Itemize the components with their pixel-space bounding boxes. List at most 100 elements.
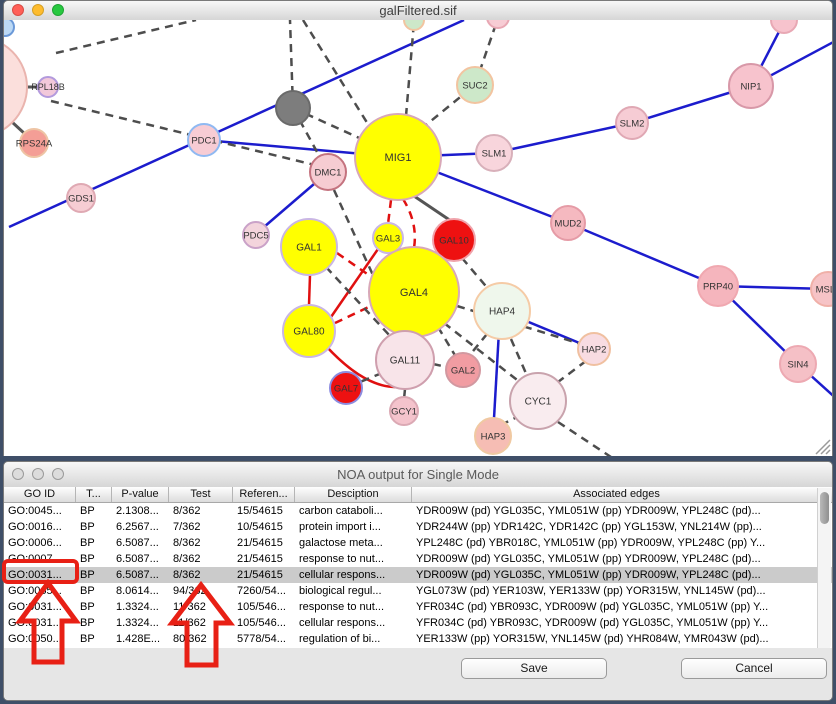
cell-r2-c0: GO:0006... <box>4 535 76 551</box>
node-unnamed-gray-node[interactable] <box>276 91 310 125</box>
scrollbar-thumb[interactable] <box>820 492 829 524</box>
graph-edge-dash <box>303 20 371 129</box>
node-label-HAP2: HAP2 <box>582 344 607 355</box>
cell-r6-c6: YFR034C (pd) YBR093C, YDR009W (pd) YGL03… <box>412 599 821 615</box>
node-label-GDS1: GDS1 <box>68 193 94 204</box>
cell-r8-c6: YER133W (pp) YOR315W, YNL145W (pd) YHR08… <box>412 631 821 647</box>
cell-r8-c5: regulation of bi... <box>295 631 412 647</box>
node-label-RPS24A: RPS24A <box>16 138 53 149</box>
cell-r1-c2: 6.2567... <box>112 519 169 535</box>
table-row-0[interactable]: GO:0045...BP2.1308...8/36215/54615carbon… <box>4 503 832 519</box>
node-label-MSL1: MSL1 <box>816 284 832 295</box>
vertical-scrollbar[interactable] <box>817 488 831 649</box>
node-label-HAP4: HAP4 <box>489 307 516 318</box>
noa-window-titlebar[interactable]: NOA output for Single Mode <box>4 462 832 488</box>
cell-r2-c1: BP <box>76 535 112 551</box>
cell-r3-c0: GO:0007... <box>4 551 76 567</box>
column-header-go-id[interactable]: GO ID <box>4 487 76 502</box>
node-partial-top-green-node[interactable] <box>404 20 424 30</box>
column-header-p-value[interactable]: P-value <box>112 487 169 502</box>
cell-r8-c1: BP <box>76 631 112 647</box>
table-body: GO:0045...BP2.1308...8/36215/54615carbon… <box>4 503 832 647</box>
network-window-titlebar[interactable]: galFiltered.sif <box>4 1 832 21</box>
cancel-button[interactable]: Cancel <box>681 658 827 679</box>
node-label-GAL7: GAL7 <box>334 383 358 394</box>
cell-r1-c6: YDR244W (pp) YDR142C, YDR142C (pp) YGL15… <box>412 519 821 535</box>
cell-r3-c3: 8/362 <box>169 551 233 567</box>
column-header-test[interactable]: Test <box>169 487 233 502</box>
node-label-SLM2: SLM2 <box>620 118 645 129</box>
node-label-CYC1: CYC1 <box>525 397 552 408</box>
graph-edge-reddash <box>403 199 415 248</box>
cell-r8-c0: GO:0050... <box>4 631 76 647</box>
node-partial-top-pink-node[interactable] <box>487 20 509 28</box>
node-label-GAL80: GAL80 <box>293 327 325 338</box>
graph-edge-dash <box>438 327 456 357</box>
cell-r7-c6: YFR034C (pd) YBR093C, YDR009W (pd) YGL03… <box>412 615 821 631</box>
button-bar: Save Cancel <box>4 648 832 700</box>
node-label-GAL11: GAL11 <box>390 356 421 367</box>
cell-r4-c1: BP <box>76 567 112 583</box>
column-header-t-[interactable]: T... <box>76 487 112 502</box>
graph-edge-dash <box>433 364 447 367</box>
cell-r6-c5: response to nut... <box>295 599 412 615</box>
column-header-desciption[interactable]: Desciption <box>295 487 412 502</box>
cell-r6-c0: GO:0031... <box>4 599 76 615</box>
table-row-3[interactable]: GO:0007...BP6.5087...8/36221/54615respon… <box>4 551 832 567</box>
table-row-7[interactable]: GO:0031...BP1.3324...11/362105/546...cel… <box>4 615 832 631</box>
cell-r7-c0: GO:0031... <box>4 615 76 631</box>
cell-r4-c4: 21/54615 <box>233 567 295 583</box>
cell-r4-c2: 6.5087... <box>112 567 169 583</box>
node-tiny-topleft-node[interactable] <box>4 20 14 36</box>
table-row-8[interactable]: GO:0050...BP1.428E...80/3625778/54...reg… <box>4 631 832 647</box>
cell-r8-c2: 1.428E... <box>112 631 169 647</box>
cell-r3-c4: 21/54615 <box>233 551 295 567</box>
cell-r6-c2: 1.3324... <box>112 599 169 615</box>
noa-window-title: NOA output for Single Mode <box>4 467 832 482</box>
cell-r0-c2: 2.1308... <box>112 503 169 519</box>
cell-r4-c3: 8/362 <box>169 567 233 583</box>
cell-r5-c2: 8.0614... <box>112 583 169 599</box>
node-label-PDC5: PDC5 <box>243 230 268 241</box>
node-label-GAL10: GAL10 <box>439 235 469 246</box>
graph-edge-blue <box>568 223 718 286</box>
table-header-row: GO IDT...P-valueTestReferen...Desciption… <box>4 487 832 503</box>
save-button[interactable]: Save <box>461 658 607 679</box>
cell-r0-c4: 15/54615 <box>233 503 295 519</box>
desktop: galFiltered.sif RPL18BRPS24AGDS1PDC1DMC1… <box>0 0 836 704</box>
cell-r0-c3: 8/362 <box>169 503 233 519</box>
node-label-HAP3: HAP3 <box>481 431 506 442</box>
cell-r5-c1: BP <box>76 583 112 599</box>
cell-r7-c5: cellular respons... <box>295 615 412 631</box>
table-row-1[interactable]: GO:0016...BP6.2567...7/36210/54615protei… <box>4 519 832 535</box>
column-header-associated-edges[interactable]: Associated edges <box>412 487 821 502</box>
cell-r3-c6: YDR009W (pd) YGL035C, YML051W (pp) YDR00… <box>412 551 821 567</box>
graph-edge-dash <box>406 22 414 116</box>
cell-r1-c4: 10/54615 <box>233 519 295 535</box>
graph-edge-dash <box>462 258 490 291</box>
results-table: GO IDT...P-valueTestReferen...Desciption… <box>4 487 832 650</box>
graph-edge-dark <box>12 122 25 134</box>
network-window: galFiltered.sif RPL18BRPS24AGDS1PDC1DMC1… <box>3 0 833 456</box>
node-big-left-node[interactable] <box>4 37 27 137</box>
resize-grip[interactable] <box>816 440 830 454</box>
node-label-PDC1: PDC1 <box>191 135 216 146</box>
cell-r1-c1: BP <box>76 519 112 535</box>
cell-r1-c0: GO:0016... <box>4 519 76 535</box>
cell-r1-c3: 7/362 <box>169 519 233 535</box>
cell-r1-c5: protein import i... <box>295 519 412 535</box>
table-row-5[interactable]: GO:0065...BP8.0614...94/3627260/54...bio… <box>4 583 832 599</box>
column-header-referen-[interactable]: Referen... <box>233 487 295 502</box>
node-label-DMC1: DMC1 <box>315 167 342 178</box>
network-canvas[interactable]: RPL18BRPS24AGDS1PDC1DMC1MIG1SUC2SLM1SLM2… <box>4 20 832 456</box>
cell-r5-c6: YGL073W (pd) YER103W, YER133W (pp) YOR31… <box>412 583 821 599</box>
graph-edge-dash <box>56 20 196 53</box>
table-row-6[interactable]: GO:0031...BP1.3324...11/362105/546...res… <box>4 599 832 615</box>
cell-r2-c6: YPL248C (pd) YBR018C, YML051W (pp) YDR00… <box>412 535 821 551</box>
table-row-4[interactable]: GO:0031...BP6.5087...8/36221/54615cellul… <box>4 567 832 583</box>
node-partial-topright-node[interactable] <box>771 20 797 33</box>
graph-edge-red <box>309 275 310 305</box>
cell-r5-c4: 7260/54... <box>233 583 295 599</box>
table-row-2[interactable]: GO:0006...BP6.5087...8/36221/54615galact… <box>4 535 832 551</box>
cell-r7-c2: 1.3324... <box>112 615 169 631</box>
